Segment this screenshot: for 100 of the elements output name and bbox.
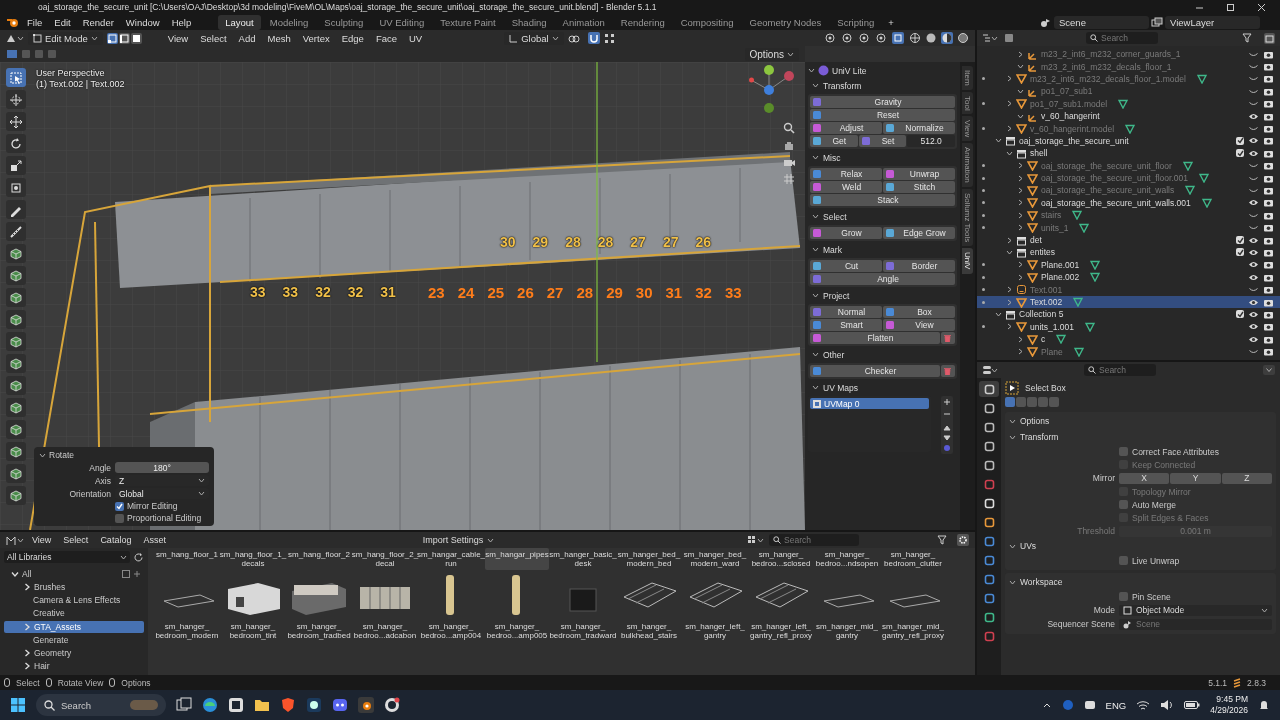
asset-name[interactable]: sm_hanger_ bedroo...ndsopen: [815, 548, 879, 570]
action-button[interactable]: Normalize: [883, 122, 955, 134]
asset-name[interactable]: sm_hanger_left_ gantry_refl_proxy: [750, 620, 812, 642]
outliner-item-name[interactable]: units_1.001: [1030, 321, 1074, 332]
outliner-item-name[interactable]: m23_2_int6_m232_decals_floor_1.model: [1030, 73, 1186, 84]
number-field[interactable]: 180°: [115, 462, 209, 473]
workspace-tab[interactable]: Rendering: [613, 14, 672, 30]
outliner-row[interactable]: oaj_storage_the_secure_unit_floor.001: [977, 171, 1280, 185]
action-button[interactable]: Get: [810, 135, 858, 147]
action-button[interactable]: Cut: [810, 260, 882, 272]
orientation-dropdown[interactable]: Global: [504, 31, 564, 45]
library-dropdown[interactable]: All Libraries: [4, 551, 130, 563]
action-button[interactable]: Stitch: [883, 181, 955, 193]
menu-item[interactable]: Render: [77, 15, 119, 29]
action-button[interactable]: Reset: [810, 109, 955, 121]
action-button[interactable]: Adjust: [810, 122, 882, 134]
action-button[interactable]: Gravity: [810, 96, 955, 108]
taskbar-search-field[interactable]: Search: [36, 694, 166, 716]
outliner-row[interactable]: Text.001: [977, 283, 1280, 296]
outliner-row[interactable]: oaj_storage_the_secure_unit_floor: [977, 159, 1280, 172]
asset-name[interactable]: sm_hangar_pipes: [485, 548, 549, 570]
action-button[interactable]: Unwrap: [883, 168, 955, 180]
search-field[interactable]: Search: [1084, 364, 1156, 376]
outliner-row[interactable]: oaj_storage_the_secure_unit_walls: [977, 184, 1280, 197]
outliner-item-name[interactable]: oaj_storage_the_secure_unit: [1019, 135, 1129, 146]
workspace-tab[interactable]: Animation: [555, 14, 612, 30]
add-workspace-button[interactable]: +: [883, 15, 899, 29]
asset-name[interactable]: sm_hang_floor_1_ decals: [219, 548, 287, 570]
menu-item[interactable]: Mesh: [263, 31, 295, 45]
sidebar-tab[interactable]: UniV: [962, 248, 973, 274]
language-indicator[interactable]: ENG: [1105, 699, 1127, 711]
outliner-item-name[interactable]: v_60_hangerint.model: [1030, 123, 1115, 134]
action-button[interactable]: Grow: [810, 227, 882, 239]
outliner-row[interactable]: m23_2_int6_m232_decals_floor_1: [977, 60, 1280, 73]
menu-item[interactable]: Vertex: [298, 31, 334, 45]
outliner-row[interactable]: Plane.002: [977, 271, 1280, 284]
view-layer-selector[interactable]: ViewLayer: [1165, 15, 1260, 29]
asset-name[interactable]: sm_hanger_ bedroom_tint: [229, 620, 277, 642]
asset-name[interactable]: sm_hang_floor_2_ decal: [351, 548, 419, 570]
menu-item[interactable]: Select: [196, 31, 231, 45]
outliner-item-name[interactable]: oaj_storage_the_secure_unit_floor.001: [1041, 173, 1188, 184]
catalog-tree-row[interactable]: Hair: [4, 659, 144, 672]
action-button[interactable]: Smart: [810, 319, 882, 331]
catalog-tree-row[interactable]: Camera & Lens Effects: [4, 594, 144, 607]
menu-item[interactable]: Catalog: [96, 534, 136, 546]
catalog-tree-row[interactable]: Creative: [4, 607, 144, 620]
outliner-row[interactable]: v_60_hangerint.model: [977, 122, 1280, 135]
workspace-tab[interactable]: Scripting: [830, 14, 882, 30]
clock-date[interactable]: 4/29/2026: [1210, 705, 1248, 716]
menu-item[interactable]: Help: [166, 15, 197, 29]
outliner-row[interactable]: units_1.001: [977, 320, 1280, 333]
asset-name[interactable]: sm_hanger_bed_ modern_ward: [683, 548, 747, 570]
search-field[interactable]: Search: [1086, 32, 1158, 44]
workspace-tab[interactable]: Geometry Nodes: [742, 14, 829, 30]
outliner-item-name[interactable]: det: [1030, 235, 1042, 246]
outliner-row[interactable]: Collection 5: [977, 308, 1280, 321]
workspace-tab[interactable]: Layout: [218, 14, 261, 30]
mode-dropdown[interactable]: Edit Mode: [28, 31, 103, 45]
outliner-row[interactable]: shell: [977, 147, 1280, 160]
workspace-tab[interactable]: UV Editing: [372, 14, 432, 30]
sidebar-tab[interactable]: Animation: [962, 143, 973, 188]
asset-name[interactable]: sm_hanger_ bedroo...amp004: [420, 620, 482, 642]
uv-map-item[interactable]: UVMap 0: [810, 398, 929, 409]
asset-name[interactable]: sm_hanger_mid_ gantry_refl_proxy: [882, 620, 944, 642]
menu-item[interactable]: UV: [405, 31, 427, 45]
menu-item[interactable]: Asset: [139, 534, 170, 546]
asset-name[interactable]: sm_hanger_basic_ desk: [549, 548, 617, 570]
menu-item[interactable]: View: [163, 31, 193, 45]
catalog-tree-row[interactable]: Brushes: [4, 581, 144, 594]
outliner-item-name[interactable]: m23_2_int6_m232_corner_guards_1: [1041, 49, 1181, 60]
asset-name[interactable]: sm_hanger_ bedroo...adcabon: [353, 620, 417, 642]
outliner-item-name[interactable]: Text.001: [1030, 284, 1063, 295]
action-button[interactable]: Border: [883, 260, 955, 272]
scene-selector[interactable]: Scene: [1054, 15, 1149, 29]
outliner-item-name[interactable]: Plane.002: [1041, 272, 1080, 283]
outliner-row[interactable]: c: [977, 333, 1280, 346]
mode-dropdown[interactable]: Object Mode: [1119, 604, 1272, 616]
mirror-axis-toggle[interactable]: Y: [1170, 472, 1221, 484]
action-button[interactable]: Set: [858, 135, 907, 147]
workspace-tab[interactable]: Sculpting: [317, 14, 371, 30]
outliner-row[interactable]: oaj_storage_the_secure_unit_walls.001: [977, 196, 1280, 210]
asset-name[interactable]: sm_hang_floor_2: [288, 548, 350, 570]
workspace-tab[interactable]: Compositing: [673, 14, 741, 30]
outliner-item-name[interactable]: Collection 5: [1019, 309, 1064, 320]
asset-name[interactable]: sm_hanger_bed_ modern_bed: [617, 548, 681, 570]
menu-item[interactable]: Edit: [49, 15, 76, 29]
sidebar-tab[interactable]: Item: [962, 66, 973, 90]
outliner-item-name[interactable]: po1_07_sub1: [1041, 86, 1093, 97]
number-field[interactable]: 512.0: [907, 135, 955, 147]
asset-name[interactable]: sm_hanger_ bedroom_tradward: [549, 620, 617, 642]
options-button[interactable]: Options: [744, 47, 799, 61]
menu-item[interactable]: Window: [120, 15, 165, 29]
outliner-item-name[interactable]: units_1: [1041, 222, 1069, 233]
asset-name[interactable]: sm_hanger_ bedroom_clutter: [884, 548, 942, 570]
outliner-item-name[interactable]: oaj_storage_the_secure_unit_walls: [1041, 185, 1175, 196]
mirror-axis-toggle[interactable]: X: [1119, 472, 1170, 484]
catalog-tree-row[interactable]: GTA_Assets: [4, 620, 144, 633]
action-button[interactable]: Weld: [810, 181, 882, 193]
asset-name[interactable]: sm_hanger_ bedroom_tradbed: [287, 620, 351, 642]
outliner-item-name[interactable]: oaj_storage_the_secure_unit_walls.001: [1041, 197, 1191, 208]
